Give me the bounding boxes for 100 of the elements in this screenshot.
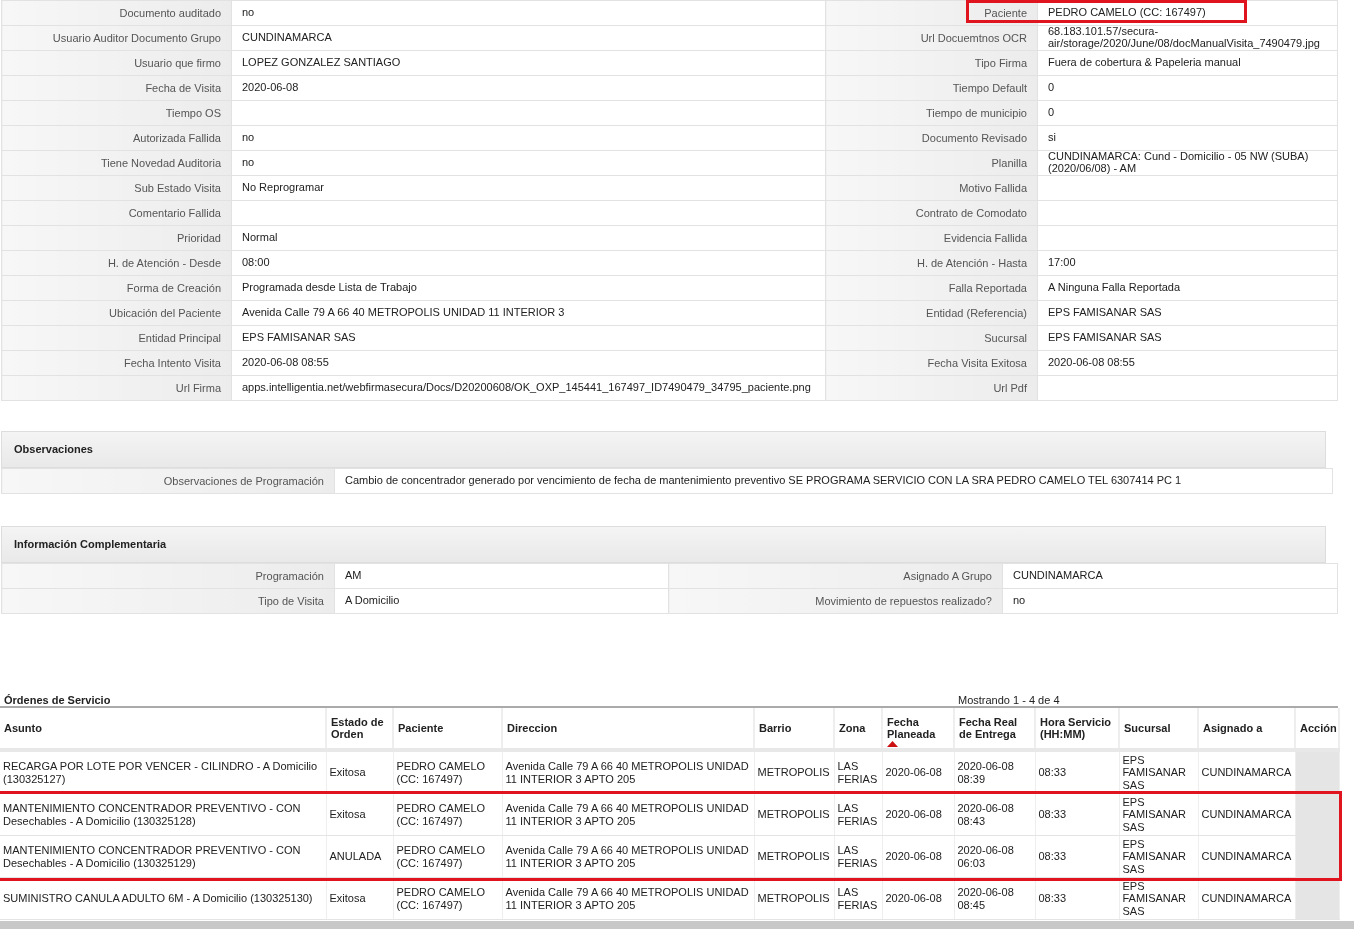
field-value: 17:00 [1048, 256, 1076, 269]
table-cell: 08:33 [1035, 793, 1119, 836]
table-cell: 2020-06-08 [882, 793, 954, 836]
field-value: Cambio de concentrador generado por vencimiento de fecha de mantenimiento preventivo SE PROGRAMA SERVICIO CON LA SRA PEDRO CAMELO TEL 6307414 PC 1 [334, 468, 1333, 494]
field-value: 68.183.101.57/secura-air/storage/2020/June/08/docManualVisita_7490479.jpg [1048, 25, 1320, 49]
field-label: H. de Atención - Hasta [825, 250, 1038, 276]
column-header[interactable]: Asunto [0, 708, 326, 750]
table-cell: CUNDINAMARCA [1198, 750, 1295, 794]
column-header[interactable]: Hora Servicio (HH:MM) [1035, 708, 1119, 750]
section-header: Observaciones [1, 431, 1326, 468]
field-label: Prioridad [1, 225, 232, 251]
field-label: Url Pdf [825, 375, 1038, 401]
column-header[interactable]: Sucursal [1119, 708, 1198, 750]
horizontal-scrollbar[interactable] [0, 921, 1354, 929]
action-cell [1295, 793, 1339, 836]
table-cell: 08:33 [1035, 835, 1119, 878]
field-label: Tipo Firma [825, 50, 1038, 76]
table-cell: Exitosa [326, 793, 393, 836]
field-value: EPS FAMISANAR SAS [1048, 306, 1162, 319]
field-value: Normal [242, 231, 278, 244]
table-cell: CUNDINAMARCA [1198, 835, 1295, 878]
field-value: CUNDINAMARCA [242, 31, 332, 44]
field-value: CUNDINAMARCA: Cund - Domicilio - 05 NW (SUBA) (2020/06/08) - AM [1048, 150, 1309, 174]
table-cell: Avenida Calle 79 A 66 40 METROPOLIS UNIDAD 11 INTERIOR 3 APTO 205 [502, 877, 754, 920]
table-cell: 2020-06-08 08:43 [954, 793, 1035, 836]
action-cell [1295, 835, 1339, 878]
column-header[interactable]: Zona [834, 708, 882, 750]
field-value: no [242, 156, 255, 169]
field-value: Avenida Calle 79 A 66 40 METROPOLIS UNIDAD 11 INTERIOR 3 [242, 306, 565, 319]
field-label: Fecha Intento Visita [1, 350, 232, 376]
field-label: Url Firma [1, 375, 232, 401]
table-cell: Exitosa [326, 877, 393, 920]
table-cell: METROPOLIS [754, 877, 834, 920]
field-label: Tiempo Default [825, 75, 1038, 101]
field-value: A Ninguna Falla Reportada [1048, 281, 1181, 294]
column-header[interactable]: Fecha Planeada [882, 708, 954, 750]
table-cell: PEDRO CAMELO (CC: 167497) [393, 793, 502, 836]
field-label: Tipo de Visita [1, 588, 335, 614]
section-header: Información Complementaria [1, 526, 1326, 563]
field-value: 0 [1048, 81, 1055, 94]
field-label: Sub Estado Visita [1, 175, 232, 201]
table-cell: MANTENIMIENTO CONCENTRADOR PREVENTIVO - CON Desechables - A Domicilio (130325128) [0, 793, 326, 836]
field-label: Tiempo OS [1, 100, 232, 126]
field-value: si [1048, 131, 1056, 144]
field-value: 2020-06-08 08:55 [1048, 356, 1135, 369]
field-value: no [1002, 588, 1338, 614]
field-value: Fuera de cobertura & Papeleria manual [1048, 56, 1241, 69]
field-label: Planilla [825, 150, 1038, 176]
table-cell: PEDRO CAMELO (CC: 167497) [393, 750, 502, 794]
field-label: Sucursal [825, 325, 1038, 351]
column-header[interactable]: Barrio [754, 708, 834, 750]
column-header[interactable]: Direccion [502, 708, 754, 750]
column-header[interactable]: Fecha Real de Entrega [954, 708, 1035, 750]
field-value: 2020-06-08 [242, 81, 299, 94]
table-cell: MANTENIMIENTO CONCENTRADOR PREVENTIVO - CON Desechables - A Domicilio (130325129) [0, 835, 326, 878]
field-label: Programación [1, 563, 335, 589]
field-label: Tiempo de municipio [825, 100, 1038, 126]
field-label: Contrato de Comodato [825, 200, 1038, 226]
field-label: Usuario que firmo [1, 50, 232, 76]
table-cell: EPS FAMISANAR SAS [1119, 835, 1198, 878]
field-label: Falla Reportada [825, 275, 1038, 301]
field-value: no [242, 6, 255, 19]
table-cell: LAS FERIAS [834, 750, 882, 794]
field-label: Documento Revisado [825, 125, 1038, 151]
field-label: Documento auditado [1, 0, 232, 26]
sort-arrow-icon [887, 741, 898, 747]
paging-info: Mostrando 1 - 4 de 4 [958, 694, 1060, 706]
field-value: Programada desde Lista de Trabajo [242, 281, 417, 294]
field-value: 0 [1048, 106, 1055, 119]
field-value: EPS FAMISANAR SAS [1048, 331, 1162, 344]
table-cell: SUMINISTRO CANULA ADULTO 6M - A Domicilio (130325130) [0, 877, 326, 920]
field-label: Forma de Creación [1, 275, 232, 301]
table-cell: LAS FERIAS [834, 793, 882, 836]
column-header[interactable]: Estado de Orden [326, 708, 393, 750]
field-value: A Domicilio [334, 588, 669, 614]
field-value: No Reprogramar [242, 181, 324, 194]
table-cell: PEDRO CAMELO (CC: 167497) [393, 877, 502, 920]
column-header[interactable]: Paciente [393, 708, 502, 750]
table-cell: METROPOLIS [754, 793, 834, 836]
field-value: no [242, 131, 255, 144]
field-value: LOPEZ GONZALEZ SANTIAGO [242, 56, 401, 69]
column-header[interactable]: Asignado a [1198, 708, 1295, 750]
table-cell: LAS FERIAS [834, 877, 882, 920]
table-cell: 2020-06-08 08:45 [954, 877, 1035, 920]
section-title: Órdenes de Servicio [4, 694, 112, 706]
field-value: CUNDINAMARCA [1002, 563, 1338, 589]
table-cell: 08:33 [1035, 750, 1119, 794]
field-label: Motivo Fallida [825, 175, 1038, 201]
field-label: Tiene Novedad Auditoria [1, 150, 232, 176]
field-value: 2020-06-08 08:55 [242, 356, 329, 369]
table-cell: 08:33 [1035, 877, 1119, 920]
field-label: Observaciones de Programación [1, 468, 335, 494]
field-label: Entidad Principal [1, 325, 232, 351]
table-cell: ANULADA [326, 835, 393, 878]
table-cell: Avenida Calle 79 A 66 40 METROPOLIS UNIDAD 11 INTERIOR 3 APTO 205 [502, 835, 754, 878]
field-label: Autorizada Fallida [1, 125, 232, 151]
field-value: AM [334, 563, 669, 589]
table-cell: Avenida Calle 79 A 66 40 METROPOLIS UNIDAD 11 INTERIOR 3 APTO 205 [502, 750, 754, 794]
table-cell: 2020-06-08 [882, 877, 954, 920]
table-cell: EPS FAMISANAR SAS [1119, 793, 1198, 836]
